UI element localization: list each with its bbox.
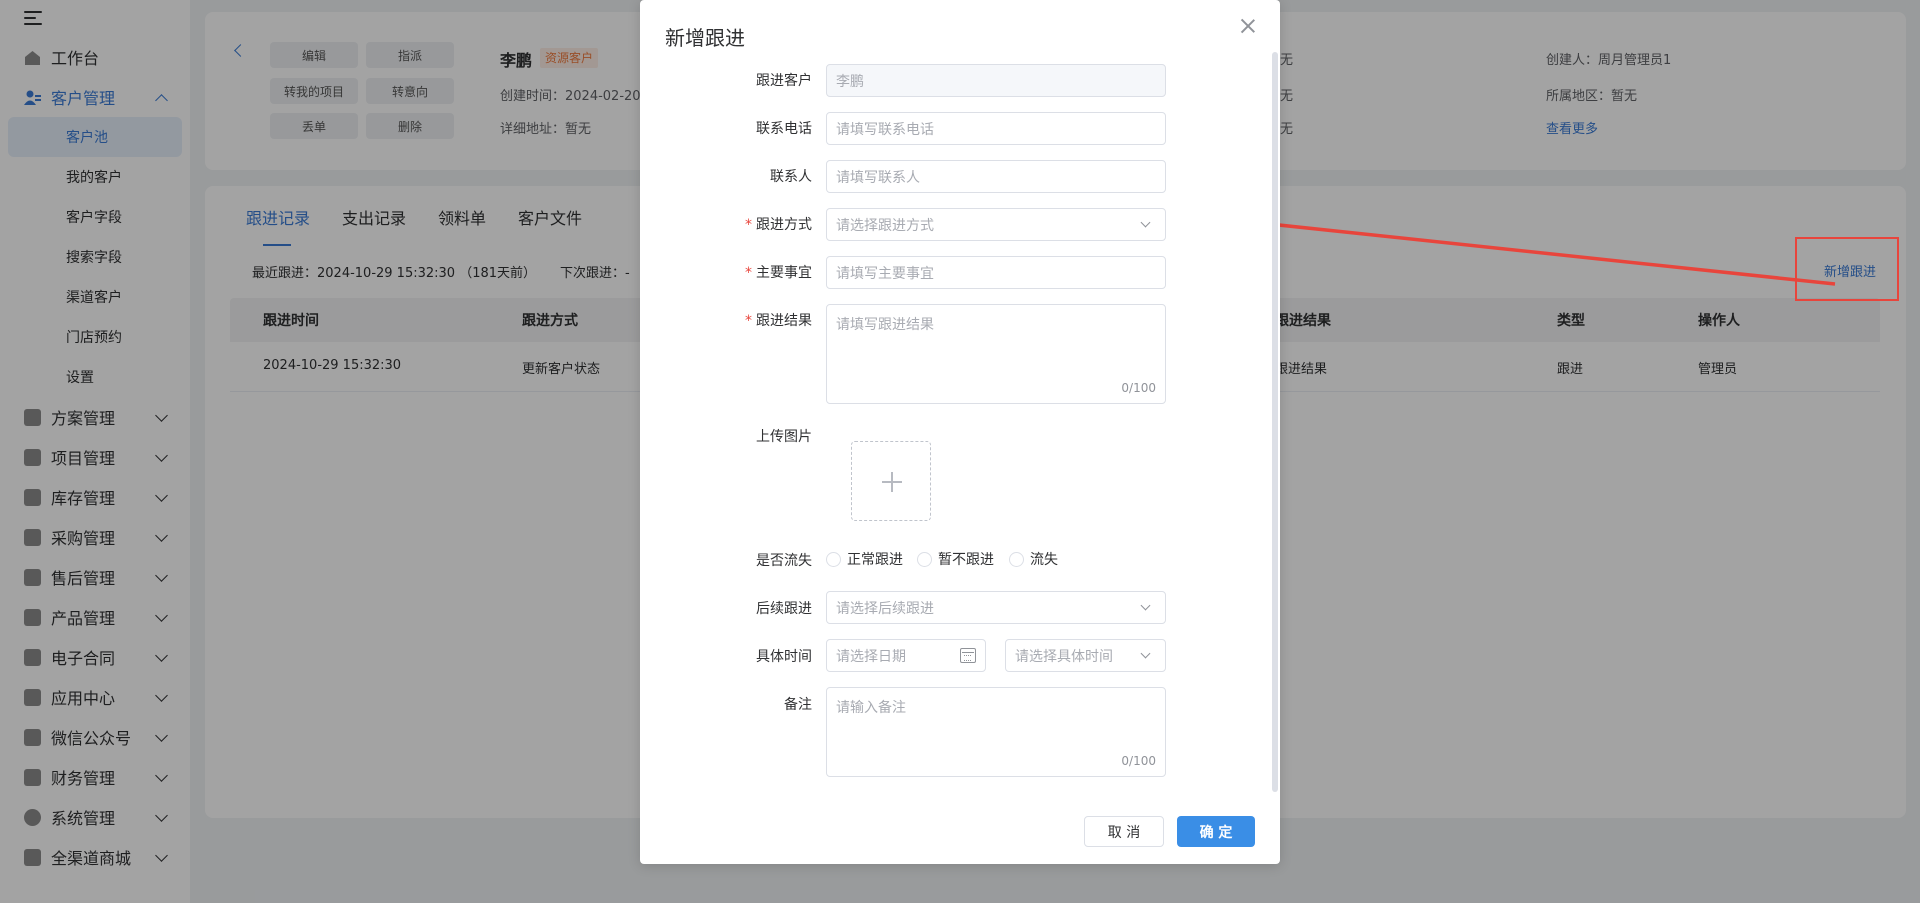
radio-label: 暂不跟进	[938, 552, 994, 568]
matter-input[interactable]: 请填写主要事宜	[826, 256, 1166, 289]
lost-label: 是否流失	[756, 553, 812, 569]
customer-value: 李鹏	[836, 73, 864, 90]
matter-label: * 主要事宜	[745, 265, 812, 281]
phone-input[interactable]: 请填写联系电话	[826, 112, 1166, 145]
date-picker[interactable]: 请选择日期	[826, 639, 986, 672]
method-select[interactable]: 请选择跟进方式	[826, 208, 1166, 241]
contact-placeholder: 请填写联系人	[836, 169, 920, 186]
matter-placeholder: 请填写主要事宜	[836, 265, 934, 282]
dialog-title: 新增跟进	[665, 26, 745, 50]
cancel-button[interactable]: 取 消	[1084, 816, 1164, 847]
result-label-text: 跟进结果	[756, 313, 812, 329]
phone-placeholder: 请填写联系电话	[836, 121, 934, 138]
time-label: 具体时间	[756, 649, 812, 665]
note-textarea[interactable]: 请输入备注 0/100	[826, 687, 1166, 777]
annotation-arrow	[1248, 214, 1836, 286]
result-char-count: 0/100	[1121, 381, 1156, 395]
contact-label: 联系人	[770, 169, 812, 185]
time-placeholder: 请选择具体时间	[1015, 648, 1113, 665]
dialog-scrollbar[interactable]	[1272, 52, 1278, 792]
result-textarea[interactable]: 请填写跟进结果 0/100	[826, 304, 1166, 404]
time-select[interactable]: 请选择具体时间	[1005, 639, 1166, 672]
radio-lost[interactable]: 流失	[1009, 549, 1058, 569]
method-placeholder: 请选择跟进方式	[836, 217, 934, 234]
note-char-count: 0/100	[1121, 754, 1156, 768]
contact-input[interactable]: 请填写联系人	[826, 160, 1166, 193]
radio-normal[interactable]: 正常跟进	[826, 549, 903, 569]
radio-label: 正常跟进	[847, 552, 903, 568]
note-label: 备注	[784, 697, 812, 713]
phone-label: 联系电话	[756, 121, 812, 137]
chevron-down-icon	[1140, 217, 1151, 228]
customer-field: 李鹏	[826, 64, 1166, 97]
add-followup-dialog: 新增跟进 跟进客户 李鹏 联系电话 请填写联系电话 联系人 请填写联系人 * 跟进…	[640, 0, 1280, 864]
result-label: * 跟进结果	[745, 313, 812, 329]
customer-label: 跟进客户	[756, 73, 812, 89]
chevron-down-icon	[1140, 648, 1151, 659]
radio-circle	[826, 551, 841, 567]
chevron-down-icon	[1140, 600, 1151, 611]
method-label-text: 跟进方式	[756, 217, 812, 233]
radio-label: 流失	[1030, 552, 1058, 568]
radio-circle	[1009, 551, 1024, 567]
next-followup-select[interactable]: 请选择后续跟进	[826, 591, 1166, 624]
result-placeholder: 请填写跟进结果	[836, 317, 934, 333]
close-icon[interactable]	[1240, 18, 1256, 34]
matter-label-text: 主要事宜	[756, 265, 812, 281]
date-placeholder: 请选择日期	[836, 648, 906, 665]
plus-icon	[882, 472, 902, 492]
calendar-icon	[960, 648, 976, 663]
note-placeholder: 请输入备注	[836, 700, 906, 716]
radio-pause[interactable]: 暂不跟进	[917, 549, 994, 569]
confirm-button[interactable]: 确 定	[1177, 816, 1255, 847]
image-upload[interactable]	[851, 441, 931, 521]
next-label: 后续跟进	[756, 601, 812, 617]
next-placeholder: 请选择后续跟进	[836, 600, 934, 617]
upload-label: 上传图片	[756, 429, 812, 445]
radio-circle	[917, 551, 932, 567]
method-label: * 跟进方式	[745, 217, 812, 233]
